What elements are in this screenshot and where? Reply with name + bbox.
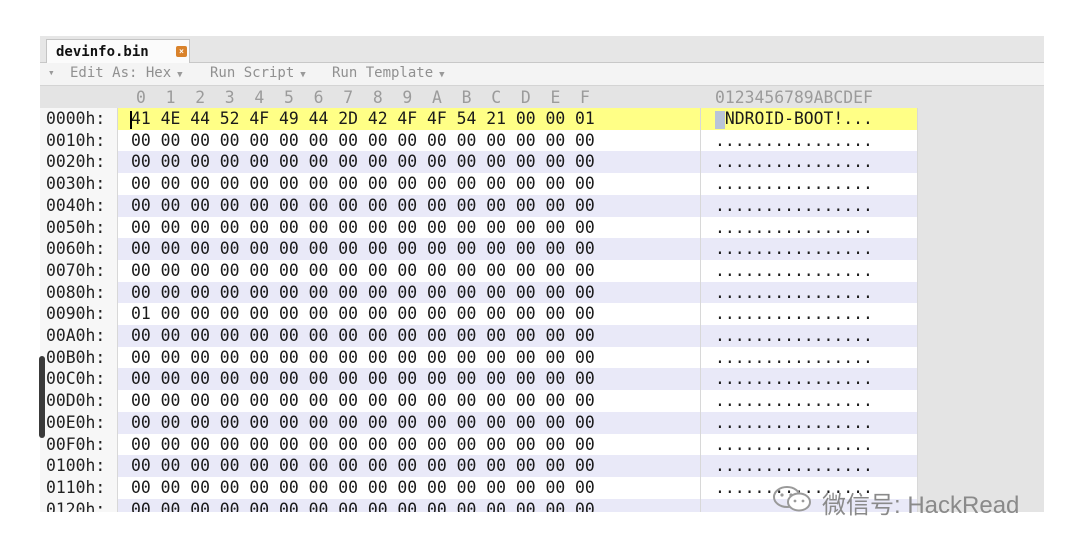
row-ascii[interactable]: ................: [715, 260, 873, 282]
row-address: 00B0h:: [46, 347, 106, 367]
run-script-menu[interactable]: Run Script ▼: [210, 65, 306, 81]
toolbar-grip-icon[interactable]: ▾: [48, 66, 55, 79]
row-address: 0090h:: [46, 304, 106, 324]
hex-view[interactable]: 0 1 2 3 4 5 6 7 8 9 A B C D E F 01234567…: [40, 86, 1044, 512]
row-address: 0050h:: [46, 217, 106, 237]
row-address: 0040h:: [46, 195, 106, 215]
row-hex-bytes[interactable]: 00 00 00 00 00 00 00 00 00 00 00 00 00 0…: [131, 217, 595, 239]
row-hex-bytes[interactable]: 00 00 00 00 00 00 00 00 00 00 00 00 00 0…: [131, 390, 595, 412]
row-ascii[interactable]: ................: [715, 434, 873, 456]
row-ascii[interactable]: ................: [715, 390, 873, 412]
close-icon[interactable]: ×: [176, 46, 187, 57]
row-address: 0100h:: [46, 456, 106, 476]
ascii-column-header: 0123456789ABCDEF: [715, 88, 873, 107]
row-ascii[interactable]: ANDROID-BOOT!...: [715, 108, 873, 130]
row-ascii[interactable]: ................: [715, 325, 873, 347]
row-ascii[interactable]: ................: [715, 282, 873, 304]
row-ascii[interactable]: ................: [715, 130, 873, 152]
row-hex-bytes[interactable]: 00 00 00 00 00 00 00 00 00 00 00 00 00 0…: [131, 151, 595, 173]
row-hex-bytes[interactable]: 41 4E 44 52 4F 49 44 2D 42 4F 4F 54 21 0…: [131, 108, 595, 130]
hex-editor-window: devinfo.bin × ▾ Edit As: Hex ▼ Run Script…: [40, 36, 1044, 512]
tab-label: devinfo.bin: [56, 44, 149, 60]
row-address: 00C0h:: [46, 369, 106, 389]
row-hex-bytes[interactable]: 00 00 00 00 00 00 00 00 00 00 00 00 00 0…: [131, 173, 595, 195]
row-address: 0030h:: [46, 174, 106, 194]
row-hex-bytes[interactable]: 00 00 00 00 00 00 00 00 00 00 00 00 00 0…: [131, 260, 595, 282]
divider: [700, 108, 701, 512]
row-hex-bytes[interactable]: 00 00 00 00 00 00 00 00 00 00 00 00 00 0…: [131, 368, 595, 390]
divider: [117, 108, 118, 512]
watermark-text: 微信号: HackRead: [822, 492, 1020, 519]
run-template-label: Run Template: [332, 65, 434, 81]
row-hex-bytes[interactable]: 00 00 00 00 00 00 00 00 00 00 00 00 00 0…: [131, 477, 595, 499]
tab-strip: devinfo.bin ×: [40, 36, 1044, 63]
row-ascii[interactable]: ................: [715, 195, 873, 217]
row-address: 0060h:: [46, 239, 106, 259]
row-hex-bytes[interactable]: 00 00 00 00 00 00 00 00 00 00 00 00 00 0…: [131, 347, 595, 369]
divider: [917, 108, 918, 512]
row-address: 0120h:: [46, 499, 106, 512]
row-ascii[interactable]: ................: [715, 455, 873, 477]
row-ascii[interactable]: ................: [715, 347, 873, 369]
row-address: 0000h:: [46, 109, 106, 128]
edit-as-hex-label: Edit As: Hex: [70, 65, 172, 81]
row-address: 0010h:: [46, 130, 106, 150]
row-ascii[interactable]: ................: [715, 238, 873, 260]
toolbar: ▾ Edit As: Hex ▼ Run Script ▼ Run Template…: [40, 63, 1044, 86]
row-hex-bytes[interactable]: 00 00 00 00 00 00 00 00 00 00 00 00 00 0…: [131, 195, 595, 217]
row-ascii[interactable]: ................: [715, 412, 873, 434]
row-ascii[interactable]: ................: [715, 151, 873, 173]
row-hex-bytes[interactable]: 00 00 00 00 00 00 00 00 00 00 00 00 00 0…: [131, 412, 595, 434]
run-template-menu[interactable]: Run Template ▼: [332, 65, 445, 81]
run-script-label: Run Script: [210, 65, 295, 81]
row-address: 0080h:: [46, 282, 106, 302]
row-hex-bytes[interactable]: 00 00 00 00 00 00 00 00 00 00 00 00 00 0…: [131, 434, 595, 456]
row-address: 00A0h:: [46, 326, 106, 345]
row-ascii[interactable]: ................: [715, 303, 873, 325]
tab-devinfo[interactable]: devinfo.bin ×: [46, 39, 190, 63]
row-hex-bytes[interactable]: 00 00 00 00 00 00 00 00 00 00 00 00 00 0…: [131, 282, 595, 304]
text-caret: [130, 111, 132, 129]
chevron-down-icon: ▼: [177, 70, 183, 80]
row-address: 0070h:: [46, 260, 106, 280]
row-address: 0020h:: [46, 152, 106, 172]
row-hex-bytes[interactable]: 00 00 00 00 00 00 00 00 00 00 00 00 00 0…: [131, 238, 595, 260]
row-hex-bytes[interactable]: 00 00 00 00 00 00 00 00 00 00 00 00 00 0…: [131, 499, 595, 512]
row-ascii[interactable]: ................: [715, 217, 873, 239]
ascii-cursor: [715, 111, 725, 129]
edit-as-hex-menu[interactable]: Edit As: Hex ▼: [70, 65, 183, 81]
row-address: 00F0h:: [46, 434, 106, 454]
row-hex-bytes[interactable]: 00 00 00 00 00 00 00 00 00 00 00 00 00 0…: [131, 325, 595, 347]
wechat-icon: [773, 486, 811, 512]
row-hex-bytes[interactable]: 00 00 00 00 00 00 00 00 00 00 00 00 00 0…: [131, 130, 595, 152]
row-hex-bytes[interactable]: 01 00 00 00 00 00 00 00 00 00 00 00 00 0…: [131, 303, 595, 325]
chevron-down-icon: ▼: [439, 70, 445, 80]
row-address: 00D0h:: [46, 391, 106, 411]
row-ascii[interactable]: ................: [715, 173, 873, 195]
scrollbar-thumb[interactable]: [39, 356, 45, 438]
row-address: 0110h:: [46, 477, 106, 497]
row-address: 00E0h:: [46, 412, 106, 432]
row-hex-bytes[interactable]: 00 00 00 00 00 00 00 00 00 00 00 00 00 0…: [131, 455, 595, 477]
hex-column-header: 0 1 2 3 4 5 6 7 8 9 A B C D E F: [136, 88, 590, 107]
chevron-down-icon: ▼: [300, 70, 306, 80]
row-ascii[interactable]: ................: [715, 368, 873, 390]
